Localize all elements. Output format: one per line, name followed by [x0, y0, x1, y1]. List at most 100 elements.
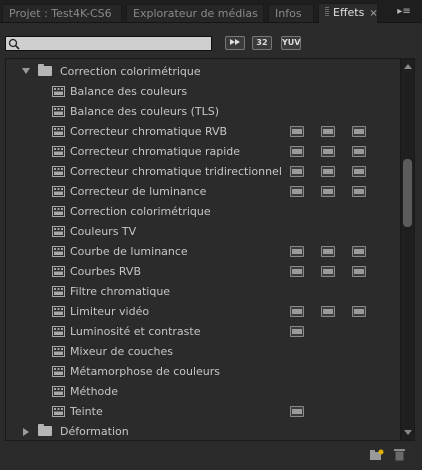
disclosure-collapsed-icon[interactable] [23, 428, 29, 436]
tab-effects[interactable]: Effets × [318, 3, 378, 23]
search-icon [8, 38, 20, 50]
accelerated-badge-icon [290, 186, 304, 197]
video-effect-icon [52, 186, 65, 197]
video-effect-icon [52, 166, 65, 177]
search-box[interactable] [5, 36, 212, 51]
trash-icon[interactable] [394, 448, 405, 461]
32bit-badge-icon [321, 186, 335, 197]
effect-label: Correcteur chromatique RVB [70, 125, 228, 138]
video-effect-icon [52, 326, 65, 337]
32bit-badge-icon [321, 146, 335, 157]
effect-label: Correction colorimétrique [70, 205, 211, 218]
yuv-badge-icon [352, 306, 366, 317]
yuv-badge-icon [352, 186, 366, 197]
tab-project[interactable]: Projet : Test4K-CS6 [2, 4, 122, 22]
effect-item[interactable]: Balance des couleurs [6, 82, 401, 102]
yuv-badge-icon [352, 146, 366, 157]
scroll-down-icon[interactable] [404, 430, 412, 435]
effect-item[interactable]: Balance des couleurs (TLS) [6, 102, 401, 122]
yuv-effects-filter-button[interactable]: YUV [281, 36, 301, 50]
yuv-badge-icon [352, 246, 366, 257]
new-bin-icon[interactable] [370, 449, 384, 460]
effect-label: Correcteur de luminance [70, 185, 207, 198]
disclosure-expanded-icon[interactable] [22, 68, 30, 74]
effect-label: Couleurs TV [70, 225, 137, 238]
tab-media-browser[interactable]: Explorateur de médias [126, 4, 264, 22]
search-input[interactable] [22, 37, 208, 50]
folder-icon [38, 424, 52, 436]
tab-info-label: Infos [275, 7, 302, 20]
effect-label: Courbes RVB [70, 265, 141, 278]
effect-label: Mixeur de couches [70, 345, 173, 358]
accelerated-badge-icon [290, 266, 304, 277]
effect-item[interactable]: Correcteur de luminance [6, 182, 401, 202]
accelerated-badge-icon [290, 306, 304, 317]
tab-grip-icon[interactable] [325, 7, 329, 17]
video-effect-icon [52, 266, 65, 277]
effect-item[interactable]: Luminosité et contraste [6, 322, 401, 342]
accelerated-badge-icon [290, 406, 304, 417]
scrollbar-thumb[interactable] [403, 159, 412, 227]
effect-item[interactable]: Mixeur de couches [6, 342, 401, 362]
effect-item[interactable]: Courbe de luminance [6, 242, 401, 262]
video-effect-icon [52, 226, 65, 237]
accelerated-badge-icon [290, 326, 304, 337]
effect-label: Correcteur chromatique tridirectionnel [70, 165, 282, 178]
effect-label: Luminosité et contraste [70, 325, 201, 338]
folder-row-deformation[interactable]: Déformation [6, 422, 401, 440]
video-effect-icon [52, 406, 65, 417]
tab-project-label: Projet : Test4K-CS6 [9, 7, 112, 20]
yuv-badge-icon [352, 126, 366, 137]
32bit-badge-icon [321, 246, 335, 257]
effect-label: Méthode [70, 385, 119, 398]
panel-footer [0, 443, 422, 470]
vertical-scrollbar[interactable] [400, 59, 414, 440]
effect-label: Teinte [70, 405, 103, 418]
effect-item[interactable]: Filtre chromatique [6, 282, 401, 302]
effect-item[interactable]: Métamorphose de couleurs [6, 362, 401, 382]
effect-item[interactable]: Méthode [6, 382, 401, 402]
folder-label: Déformation [60, 425, 129, 438]
effect-item[interactable]: Teinte [6, 402, 401, 422]
panel-tab-bar: Projet : Test4K-CS6 Explorateur de média… [0, 0, 422, 23]
search-row: 32 YUV [0, 31, 422, 53]
effect-item[interactable]: Couleurs TV [6, 222, 401, 242]
effect-item[interactable]: Courbes RVB [6, 262, 401, 282]
effect-item[interactable]: Correction colorimétrique [6, 202, 401, 222]
accelerated-badge-icon [290, 126, 304, 137]
accelerated-effects-filter-button[interactable] [225, 36, 245, 50]
accelerated-badge-icon [290, 246, 304, 257]
effect-label: Balance des couleurs (TLS) [70, 105, 220, 118]
32bit-badge-icon [321, 306, 335, 317]
video-effect-icon [52, 146, 65, 157]
panel-menu-button[interactable]: ▸≡ [392, 5, 416, 19]
tab-effects-label: Effets [333, 6, 365, 19]
effect-item[interactable]: Limiteur vidéo [6, 302, 401, 322]
accelerated-icon [230, 39, 240, 45]
scroll-up-icon[interactable] [404, 64, 412, 69]
32bit-badge-icon [321, 266, 335, 277]
effect-item[interactable]: Correcteur chromatique tridirectionnel [6, 162, 401, 182]
video-effect-icon [52, 386, 65, 397]
effect-item[interactable]: Correcteur chromatique RVB [6, 122, 401, 142]
video-effect-icon [52, 286, 65, 297]
accelerated-badge-icon [290, 146, 304, 157]
effect-label: Limiteur vidéo [70, 305, 150, 318]
folder-label: Correction colorimétrique [60, 65, 201, 78]
effects-tree: Correction colorimétrique Balance des co… [5, 58, 415, 441]
folder-row-correction-colorimetrique[interactable]: Correction colorimétrique [6, 62, 401, 82]
video-effect-icon [52, 206, 65, 217]
effect-label: Filtre chromatique [70, 285, 171, 298]
effect-label: Courbe de luminance [70, 245, 188, 258]
close-icon[interactable]: × [369, 8, 377, 19]
video-effect-icon [52, 246, 65, 257]
effect-item[interactable]: Correcteur chromatique rapide [6, 142, 401, 162]
tab-info[interactable]: Infos [268, 4, 314, 22]
accelerated-badge-icon [290, 166, 304, 177]
effect-label: Balance des couleurs [70, 85, 188, 98]
32bit-badge-icon [321, 126, 335, 137]
video-effect-icon [52, 126, 65, 137]
32bit-badge-icon [321, 166, 335, 177]
video-effect-icon [52, 366, 65, 377]
32bit-effects-filter-button[interactable]: 32 [252, 36, 272, 50]
